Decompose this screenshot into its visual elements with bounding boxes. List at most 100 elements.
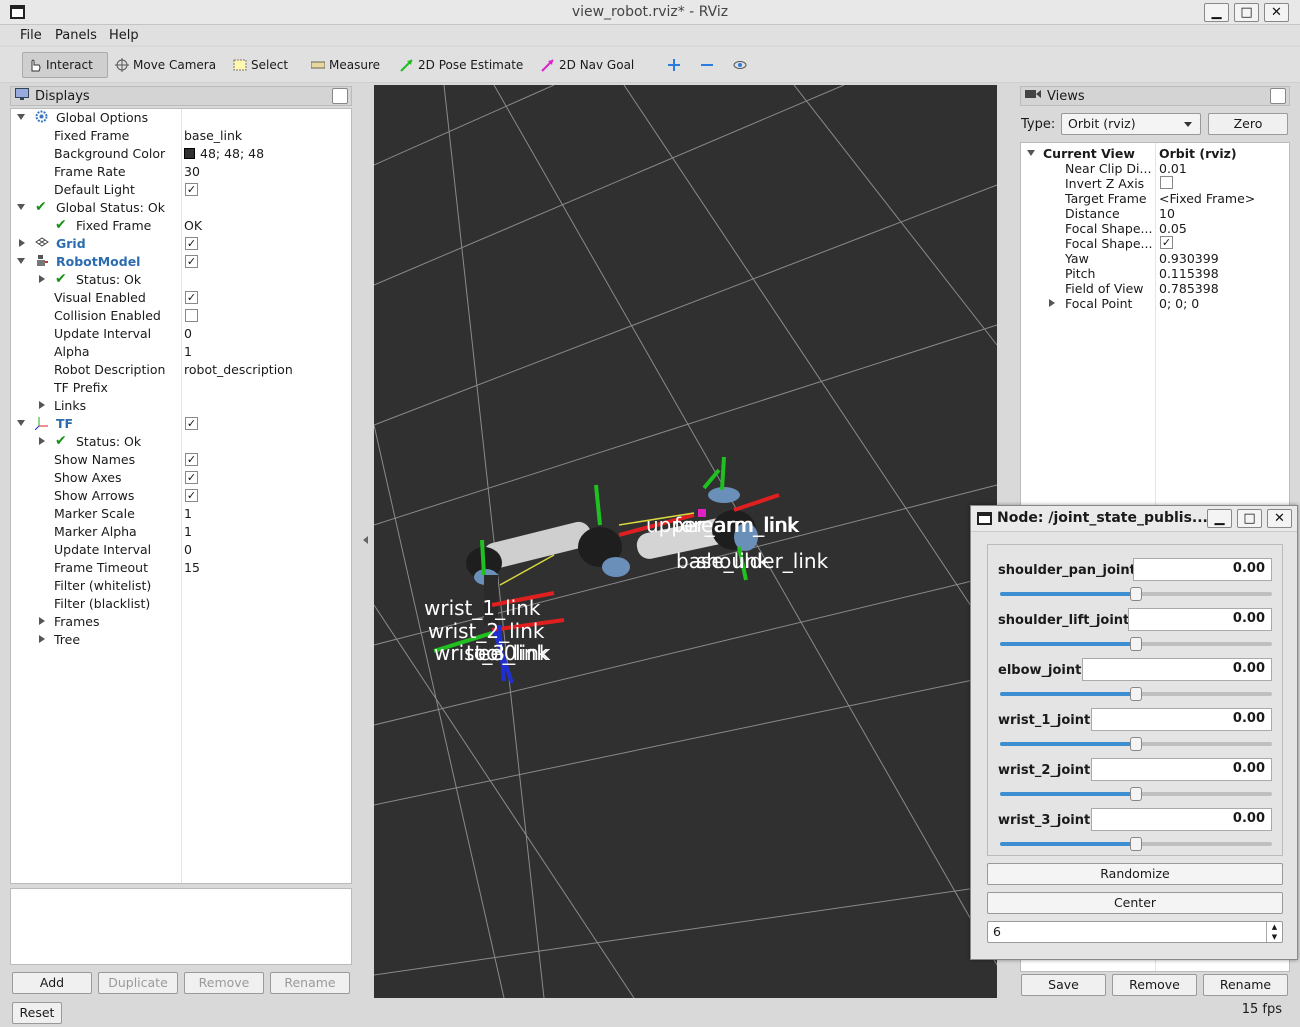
tf-checkbox[interactable]: ✓ [185, 417, 198, 430]
add-display-button[interactable]: Add [12, 972, 92, 994]
nav-goal-tool[interactable]: 2D Nav Goal [536, 52, 639, 78]
expand-arrow-icon[interactable] [39, 617, 45, 625]
tree-row-alpha[interactable]: Alpha 1 [11, 343, 351, 361]
view-prop-row[interactable]: Near Clip Di... 0.01 [1021, 161, 1289, 176]
views-float-button[interactable] [1270, 88, 1286, 104]
frame-rate-value[interactable]: 30 [184, 164, 200, 179]
target-frame-value[interactable]: <Fixed Frame> [1159, 191, 1255, 206]
marker-scale-value[interactable]: 1 [184, 506, 192, 521]
tool-visibility-button[interactable] [728, 52, 752, 78]
alpha-value[interactable]: 1 [184, 344, 192, 359]
expand-arrow-icon[interactable] [39, 401, 45, 409]
focal-shape-fixed-checkbox[interactable]: ✓ [1160, 236, 1173, 249]
slider-handle[interactable] [1130, 737, 1142, 751]
jsp-close-button[interactable]: ✕ [1267, 509, 1292, 528]
duplicate-display-button[interactable]: Duplicate [98, 972, 178, 994]
joint-slider[interactable] [1000, 687, 1272, 701]
slider-handle[interactable] [1130, 587, 1142, 601]
tree-row-background-color[interactable]: Background Color 48; 48; 48 [11, 145, 351, 163]
save-view-button[interactable]: Save [1021, 974, 1106, 996]
view-prop-row[interactable]: Target Frame <Fixed Frame> [1021, 191, 1289, 206]
randomize-button[interactable]: Randomize [987, 863, 1283, 885]
expand-arrow-icon[interactable] [39, 275, 45, 283]
tree-row-tf-status[interactable]: ✔ Status: Ok [11, 433, 351, 451]
slider-handle[interactable] [1130, 637, 1142, 651]
rename-display-button[interactable]: Rename [270, 972, 350, 994]
tree-row-tree[interactable]: Tree [11, 631, 351, 649]
tree-row-global-status[interactable]: ✔ Global Status: Ok [11, 199, 351, 217]
marker-alpha-value[interactable]: 1 [184, 524, 192, 539]
joint-count-spinbox[interactable]: 6 ▲ ▼ [987, 921, 1283, 943]
tree-row-show-arrows[interactable]: Show Arrows ✓ [11, 487, 351, 505]
joint-value-field[interactable]: 0.00 [1091, 808, 1272, 831]
view-prop-row[interactable]: Field of View 0.785398 [1021, 281, 1289, 296]
tree-row-frame-timeout[interactable]: Frame Timeout 15 [11, 559, 351, 577]
tree-row-show-axes[interactable]: Show Axes ✓ [11, 469, 351, 487]
remove-tool-button[interactable] [695, 52, 719, 78]
show-arrows-checkbox[interactable]: ✓ [185, 489, 198, 502]
frame-timeout-value[interactable]: 15 [184, 560, 200, 575]
joint-value-field[interactable]: 0.00 [1128, 608, 1272, 631]
slider-handle[interactable] [1130, 787, 1142, 801]
slider-handle[interactable] [1130, 837, 1142, 851]
joint-slider[interactable] [1000, 637, 1272, 651]
collapse-arrow-icon[interactable] [17, 204, 25, 210]
distance-value[interactable]: 10 [1159, 206, 1175, 221]
3d-render-view[interactable]: wrist_1_link wrist_2_link wrist_3_link t… [374, 85, 997, 998]
robotmodel-checkbox[interactable]: ✓ [185, 255, 198, 268]
measure-tool[interactable]: Measure [306, 52, 385, 78]
menu-help[interactable]: Help [109, 28, 139, 43]
yaw-value[interactable]: 0.930399 [1159, 251, 1219, 266]
zero-button[interactable]: Zero [1208, 113, 1288, 135]
update-interval-value[interactable]: 0 [184, 326, 192, 341]
menu-panels[interactable]: Panels [55, 28, 97, 43]
tree-row-default-light[interactable]: Default Light ✓ [11, 181, 351, 199]
jsp-maximize-button[interactable]: □ [1237, 509, 1262, 528]
pitch-value[interactable]: 0.115398 [1159, 266, 1219, 281]
interact-tool[interactable]: Interact [22, 52, 108, 78]
robot-description-value[interactable]: robot_description [184, 362, 293, 377]
joint-value-field[interactable]: 0.00 [1082, 658, 1272, 681]
default-light-checkbox[interactable]: ✓ [185, 183, 198, 196]
view-prop-row[interactable]: Focal Point 0; 0; 0 [1021, 296, 1289, 311]
expand-arrow-icon[interactable] [19, 239, 25, 247]
tree-row-frame-rate[interactable]: Frame Rate 30 [11, 163, 351, 181]
focal-point-value[interactable]: 0; 0; 0 [1159, 296, 1199, 311]
tree-row-collision-enabled[interactable]: Collision Enabled [11, 307, 351, 325]
collapse-arrow-icon[interactable] [17, 258, 25, 264]
remove-view-button[interactable]: Remove [1112, 974, 1197, 996]
slider-handle[interactable] [1130, 687, 1142, 701]
invert-z-checkbox[interactable] [1160, 176, 1173, 189]
view-prop-row[interactable]: Yaw 0.930399 [1021, 251, 1289, 266]
joint-state-publisher-window[interactable]: Node: /joint_state_publis... ▁ □ ✕ shoul… [970, 505, 1298, 960]
view-prop-row[interactable]: Pitch 0.115398 [1021, 266, 1289, 281]
expand-arrow-icon[interactable] [39, 437, 45, 445]
tree-row-marker-alpha[interactable]: Marker Alpha 1 [11, 523, 351, 541]
collapse-arrow-icon[interactable] [17, 114, 25, 120]
show-axes-checkbox[interactable]: ✓ [185, 471, 198, 484]
menu-file[interactable]: File [20, 28, 42, 43]
view-type-select[interactable]: Orbit (rviz) [1061, 113, 1201, 135]
tree-row-show-names[interactable]: Show Names ✓ [11, 451, 351, 469]
tree-row-fixed-frame[interactable]: Fixed Frame base_link [11, 127, 351, 145]
tree-row-tf[interactable]: TF ✓ [11, 415, 351, 433]
fixed-frame-value[interactable]: base_link [184, 128, 242, 143]
tree-row-fixed-frame-status[interactable]: ✔ Fixed Frame OK [11, 217, 351, 235]
tree-row-frames[interactable]: Frames [11, 613, 351, 631]
focal-shape-size-value[interactable]: 0.05 [1159, 221, 1187, 236]
tree-row-tf-prefix[interactable]: TF Prefix [11, 379, 351, 397]
joint-slider[interactable] [1000, 787, 1272, 801]
pose-estimate-tool[interactable]: 2D Pose Estimate [395, 52, 528, 78]
joint-slider[interactable] [1000, 587, 1272, 601]
view-prop-row[interactable]: Invert Z Axis [1021, 176, 1289, 191]
view-prop-row[interactable]: Focal Shape... ✓ [1021, 236, 1289, 251]
splitter-collapse-icon[interactable] [363, 536, 368, 544]
view-prop-row[interactable]: Focal Shape... 0.05 [1021, 221, 1289, 236]
tree-row-marker-scale[interactable]: Marker Scale 1 [11, 505, 351, 523]
select-tool[interactable]: Select [228, 52, 293, 78]
joint-value-field[interactable]: 0.00 [1091, 708, 1272, 731]
joint-slider[interactable] [1000, 737, 1272, 751]
joint-value-field[interactable]: 0.00 [1133, 558, 1272, 581]
fov-value[interactable]: 0.785398 [1159, 281, 1219, 296]
minimize-button[interactable]: ▁ [1204, 3, 1229, 22]
